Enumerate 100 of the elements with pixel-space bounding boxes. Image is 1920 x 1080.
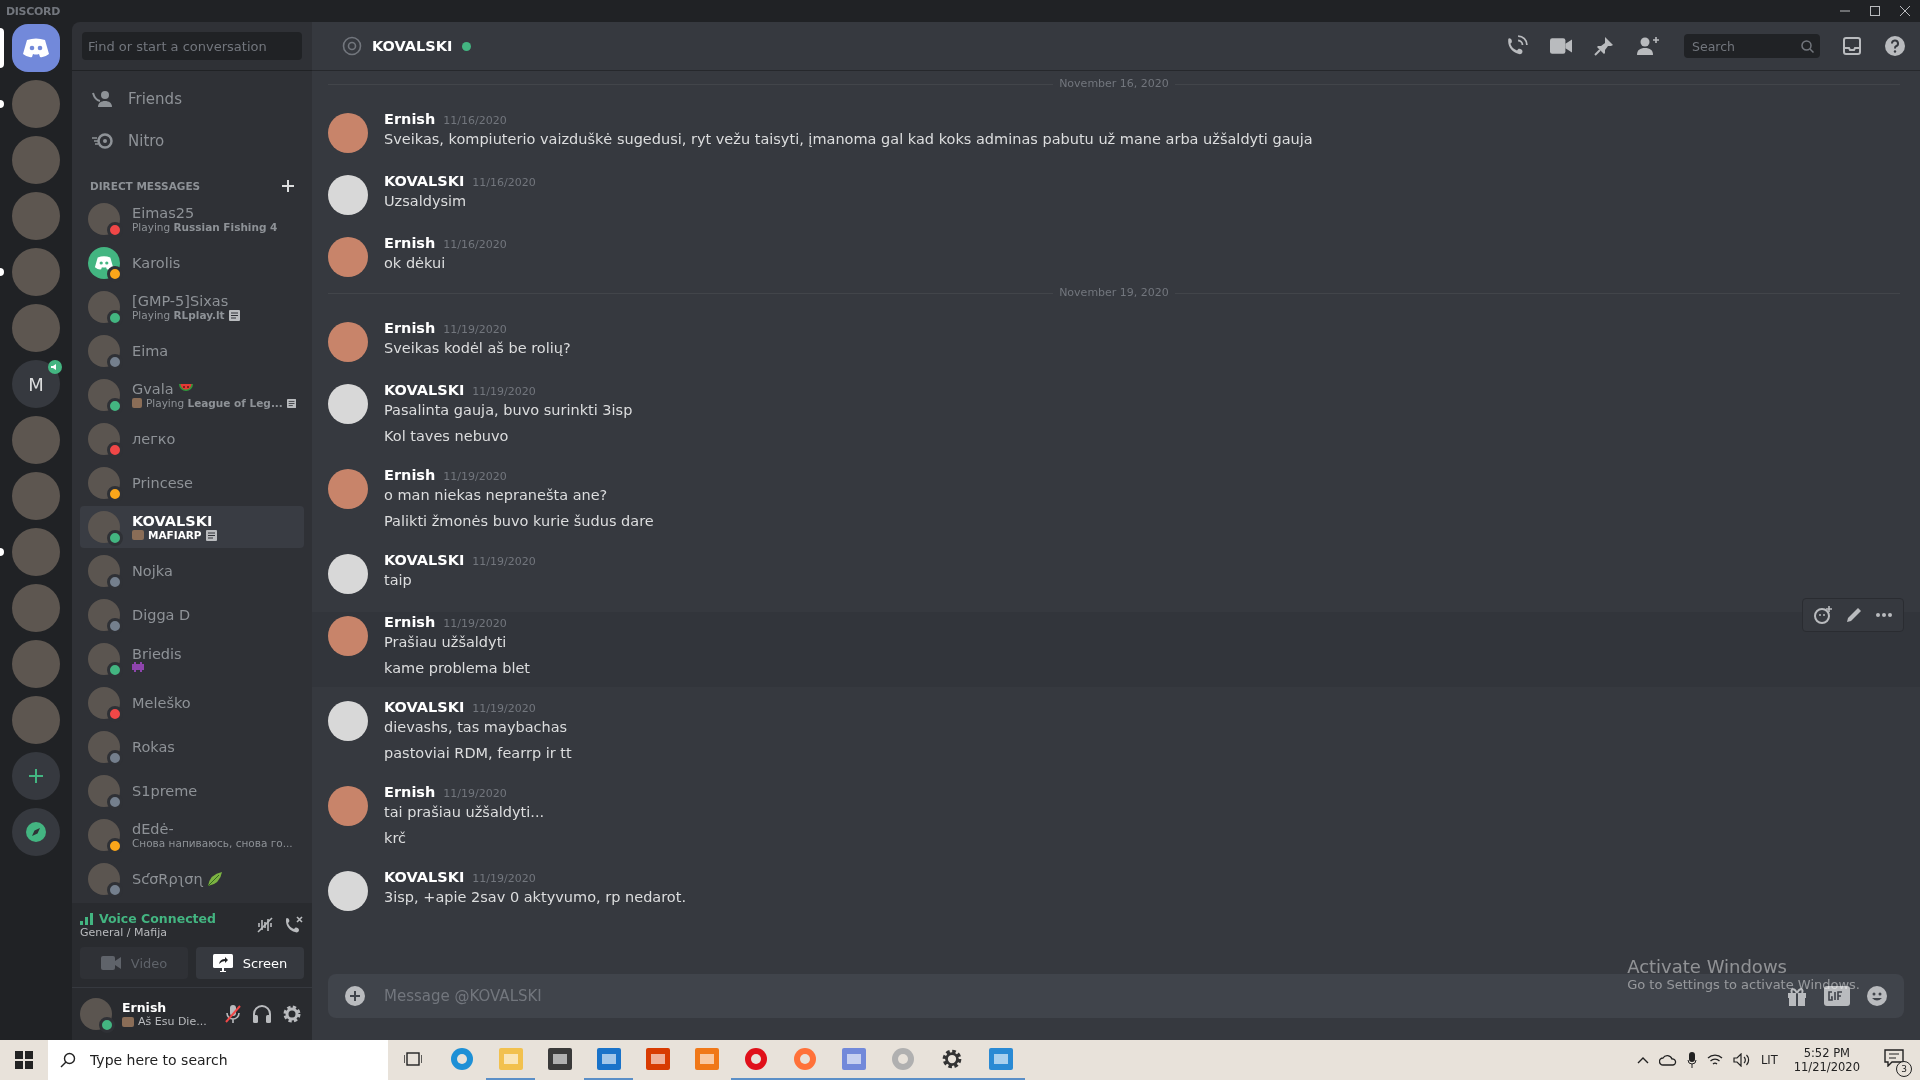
direct-message-item[interactable]: Briedis — [80, 638, 304, 680]
avatar — [328, 322, 368, 362]
video-camera-icon — [100, 956, 121, 970]
settings-icon[interactable] — [282, 1004, 302, 1024]
app-icon — [792, 1047, 817, 1071]
direct-message-item[interactable]: KOVALSKI MAFIARP — [80, 506, 304, 548]
search-field[interactable]: Search — [1690, 37, 1801, 55]
direct-message-item[interactable]: Karolis — [80, 242, 304, 284]
screen-share-icon — [212, 954, 233, 972]
author-name[interactable]: Ernish — [384, 320, 436, 336]
maximize-icon[interactable] — [1870, 6, 1880, 16]
more-icon[interactable] — [1875, 612, 1893, 618]
notification-icon[interactable] — [1884, 1049, 1904, 1067]
activation-message: Go to Settings to activate Windows. — [1627, 977, 1860, 992]
author-name[interactable]: KOVALSKI — [384, 382, 465, 398]
author-name[interactable]: Ernish — [384, 235, 436, 251]
author-name[interactable]: Ernish — [384, 784, 436, 800]
direct-message-item[interactable]: Eimas25 Playing Russian Fishing 4 — [80, 198, 304, 240]
compass-button[interactable] — [12, 808, 60, 856]
timestamp: 11/19/2020 — [472, 702, 536, 715]
help-icon[interactable] — [1884, 35, 1906, 57]
avatar — [328, 175, 368, 215]
chevron-up-icon[interactable] — [1636, 1056, 1649, 1064]
direct-message-item[interactable]: Nojka — [80, 550, 304, 592]
avatar — [328, 616, 368, 656]
home-button[interactable] — [12, 24, 60, 72]
pencil-icon[interactable] — [1845, 606, 1863, 624]
message-text: Uzsaldysim — [384, 192, 468, 211]
disconnect-icon[interactable] — [284, 915, 304, 935]
author-name[interactable]: KOVALSKI — [384, 869, 465, 885]
author-name[interactable]: KOVALSKI — [384, 552, 465, 568]
pin-icon[interactable] — [1594, 36, 1614, 56]
timestamp: 11/16/2020 — [472, 176, 536, 189]
author-name[interactable]: Ernish — [384, 614, 436, 630]
clock[interactable]: 5:52 PM 11/21/2020 — [1787, 1046, 1866, 1074]
direct-message-item[interactable]: S1preme — [80, 770, 304, 812]
timestamp: 11/19/2020 — [443, 323, 507, 336]
server-icon[interactable]: M — [12, 360, 60, 408]
add-reaction-icon[interactable] — [1813, 605, 1833, 625]
taskbar-search-field[interactable]: Type here to search — [88, 1051, 376, 1069]
message-text: tai prašiau užšaldyti... — [384, 803, 545, 822]
smiley-icon[interactable] — [1866, 985, 1888, 1007]
direct-message-item[interactable]: dEdė- Снова напиваюсь, снова го... — [80, 814, 304, 856]
message-text: Palikti žmonės buvo kurie šudus dare — [384, 512, 654, 531]
direct-message-item[interactable]: Gvala Playing League of Leg... — [80, 374, 304, 416]
screen-button[interactable]: Screen — [196, 947, 304, 979]
message-text: Prašiau užšaldyti — [384, 633, 508, 652]
message-text: Sveikas, kompiuterio vaizduškė sugedusi, ryt vežu taisyti, įmanoma gal kad koks adminas pabutu už mane arba užšaldyti gauja — [384, 130, 1313, 149]
add-server-button[interactable] — [12, 752, 60, 800]
microphone-icon[interactable] — [1686, 1052, 1697, 1068]
direct-message-item[interactable]: Digga D — [80, 594, 304, 636]
message-text: Sveikas kodėl aš be rolių? — [384, 339, 571, 358]
author-name[interactable]: Ernish — [384, 467, 436, 483]
wifi-icon[interactable] — [1706, 1053, 1723, 1067]
timestamp: 11/16/2020 — [443, 114, 507, 127]
plus-circle-icon[interactable] — [344, 985, 366, 1007]
app-title: DISCORD — [6, 4, 61, 18]
nitro-nav-item[interactable]: Nitro — [80, 120, 304, 162]
direct-message-item[interactable]: Rokas — [80, 726, 304, 768]
task-view-icon — [403, 1051, 422, 1067]
app-icon — [841, 1048, 866, 1070]
call-icon[interactable] — [1506, 35, 1528, 57]
speaker-icon[interactable] — [1732, 1053, 1751, 1067]
message-text: Kol taves nebuvo — [384, 427, 510, 446]
microphone-icon[interactable] — [224, 1004, 242, 1024]
timestamp: 11/19/2020 — [472, 555, 536, 568]
taskbar-search-box[interactable]: Type here to search — [48, 1040, 388, 1080]
direct-message-item[interactable]: Princese — [80, 462, 304, 504]
message-text: o man niekas nepranešta ane? — [384, 486, 609, 505]
video-camera-icon[interactable] — [1550, 38, 1572, 54]
activation-title: Activate Windows — [1627, 956, 1788, 977]
direct-message-item[interactable]: SƈσRρʅσɳ — [80, 858, 304, 900]
voice-channel-link[interactable]: General / Mafija — [80, 926, 246, 939]
username: Ernish — [122, 1000, 168, 1015]
author-name[interactable]: Ernish — [384, 111, 436, 127]
status-emoji-icon — [122, 1016, 134, 1027]
direct-message-item[interactable]: Meleško — [80, 682, 304, 724]
headphones-icon[interactable] — [252, 1004, 272, 1024]
close-icon[interactable] — [1900, 6, 1910, 16]
author-name[interactable]: KOVALSKI — [384, 699, 465, 715]
plus-icon[interactable] — [282, 180, 294, 192]
direct-message-item[interactable]: Eima — [80, 330, 304, 372]
inbox-icon[interactable] — [1842, 36, 1862, 56]
search-box[interactable]: Search — [1684, 34, 1820, 58]
app-icon — [694, 1048, 719, 1070]
message-text: 3isp, +apie 2sav 0 aktyvumo, rp nedarot. — [384, 888, 687, 907]
notification-count: 3 — [1896, 1061, 1912, 1077]
direct-message-item[interactable]: легко — [80, 418, 304, 460]
timestamp: 11/19/2020 — [472, 872, 536, 885]
avatar — [328, 871, 368, 911]
language-indicator[interactable]: LIT — [1760, 1053, 1778, 1067]
direct-message-item[interactable]: [GMP-5]Sixas Playing RLplay.lt — [80, 286, 304, 328]
author-name[interactable]: KOVALSKI — [384, 173, 465, 189]
conversation-search-field[interactable]: Find or start a conversation — [82, 32, 302, 60]
search-icon — [60, 1052, 76, 1068]
cloud-icon[interactable] — [1658, 1054, 1677, 1066]
noise-suppression-icon[interactable] — [256, 916, 274, 934]
windows-logo-icon[interactable] — [15, 1051, 33, 1069]
add-friend-icon[interactable] — [1636, 36, 1660, 56]
friends-nav-item[interactable]: Friends — [80, 78, 304, 120]
